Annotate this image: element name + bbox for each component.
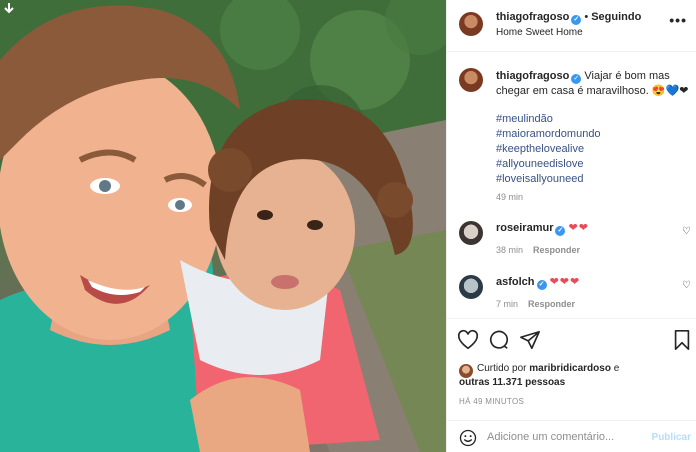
verified-badge-icon: ✓ [536, 280, 547, 290]
comment-meta: 7 min Responder [496, 299, 575, 309]
post-header: thiagofragoso ✓ • Seguindo Home Sweet Home … [447, 0, 696, 52]
photo-illustration [0, 0, 446, 452]
author-line: thiagofragoso ✓ • Seguindo [496, 11, 641, 25]
following-button[interactable]: Seguindo [591, 11, 641, 23]
liker-username[interactable]: maribridicardoso [529, 363, 611, 374]
comment-text: asfolch ✓ ❤❤❤ [496, 275, 580, 290]
like-heart-icon[interactable] [457, 329, 479, 351]
emoji-smiley-icon[interactable] [459, 429, 477, 447]
post-date[interactable]: HÁ 49 MINUTOS [459, 397, 524, 406]
share-paper-plane-icon[interactable] [519, 329, 541, 351]
commenter-username[interactable]: roseiramur [496, 222, 553, 234]
likes-others: outras 11.371 pessoas [459, 377, 565, 388]
caption-username[interactable]: thiagofragoso [496, 70, 569, 82]
likes-conjunction: e [613, 363, 620, 374]
verified-badge-icon: ✓ [555, 226, 566, 236]
commenter-avatar[interactable] [459, 221, 483, 245]
comment-input[interactable] [487, 428, 637, 446]
save-bookmark-icon[interactable] [672, 329, 694, 351]
more-options-icon[interactable]: ••• [669, 12, 687, 28]
author-avatar[interactable] [459, 12, 483, 36]
hashtag-list: #meulindão #maioramordomundo #keepthelov… [496, 112, 601, 187]
author-username[interactable]: thiagofragoso [496, 11, 569, 23]
hashtag-link[interactable]: #loveisallyouneed [496, 172, 601, 187]
likes-prefix: Curtido por [477, 363, 527, 374]
comment-like-heart-icon[interactable]: ♡ [682, 226, 691, 237]
comment-hearts: ❤❤ [568, 222, 589, 234]
reply-button[interactable]: Responder [533, 245, 580, 255]
comment-like-heart-icon[interactable]: ♡ [682, 280, 691, 291]
add-comment-bar: Publicar [447, 420, 696, 452]
post-photo[interactable] [0, 0, 446, 452]
reply-button[interactable]: Responder [528, 299, 575, 309]
commenter-avatar[interactable] [459, 275, 483, 299]
post-action-bar [447, 318, 696, 362]
likes-count-link[interactable]: outras 11.371 pessoas [459, 377, 565, 388]
verified-badge-icon: ✓ [571, 15, 582, 25]
verified-badge-icon: ✓ [571, 74, 582, 84]
comment-timestamp: 38 min [496, 245, 524, 255]
liker-avatar[interactable] [459, 364, 473, 378]
comment-meta: 38 min Responder [496, 245, 580, 255]
hashtag-link[interactable]: #allyouneedislove [496, 157, 601, 172]
post-side-panel: thiagofragoso ✓ • Seguindo Home Sweet Home … [446, 0, 696, 452]
publish-button[interactable]: Publicar [652, 432, 691, 443]
caption-text: thiagofragoso ✓ Viajar é bom mas chegar e… [496, 69, 692, 99]
commenter-username[interactable]: asfolch [496, 276, 535, 288]
comment-hearts: ❤❤❤ [549, 276, 581, 288]
hashtag-link[interactable]: #maioramordomundo [496, 127, 601, 142]
separator-dot: • [584, 11, 589, 23]
post-location[interactable]: Home Sweet Home [496, 27, 583, 38]
comment-timestamp: 7 min [496, 299, 519, 309]
hashtag-link[interactable]: #meulindão [496, 112, 601, 127]
download-arrow-icon[interactable] [3, 2, 17, 16]
hashtag-link[interactable]: #keepthelovealive [496, 142, 601, 157]
caption-avatar[interactable] [459, 68, 483, 92]
caption-timestamp: 49 min [496, 192, 524, 202]
comment-text: roseiramur ✓ ❤❤ [496, 221, 589, 236]
comment-bubble-icon[interactable] [488, 329, 510, 351]
likes-line: Curtido por maribridicardoso e [477, 363, 619, 374]
